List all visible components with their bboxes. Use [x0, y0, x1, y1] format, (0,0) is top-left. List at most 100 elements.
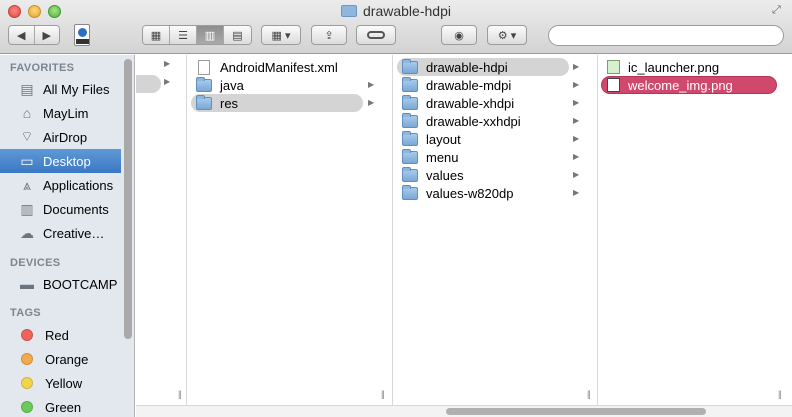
- column-1: ▶ ▶ ||: [136, 55, 187, 405]
- list-item[interactable]: java: [196, 76, 366, 94]
- share-button[interactable]: ⇪: [311, 25, 347, 45]
- sidebar-item-tag-red[interactable]: Red: [0, 323, 121, 347]
- share-icon: ⇪: [324, 29, 334, 42]
- folder-label: drawable-mdpi: [426, 77, 512, 93]
- sidebar-scrollbar[interactable]: [124, 59, 132, 339]
- disclosure-arrow-icon: ▶: [164, 59, 171, 68]
- window-title-text: drawable-hdpi: [363, 3, 451, 19]
- png-image-icon: [607, 60, 620, 74]
- sidebar-item-label: AirDrop: [43, 129, 88, 145]
- home-icon: ⌂: [22, 105, 32, 121]
- sidebar-item-tag-orange[interactable]: Orange: [0, 347, 121, 371]
- disclosure-arrow-icon: ▶: [573, 134, 580, 143]
- list-item[interactable]: layout: [402, 130, 572, 148]
- edit-tags-button[interactable]: [356, 25, 396, 45]
- creative-cloud-icon: ☁: [20, 224, 34, 241]
- sidebar-item-label: BOOTCAMP: [43, 276, 118, 292]
- chevron-down-icon: ▾: [510, 29, 517, 42]
- list-item[interactable]: values: [402, 166, 572, 184]
- sidebar-item-bootcamp[interactable]: ▬ BOOTCAMP: [0, 272, 121, 296]
- sidebar-item-label: Red: [45, 327, 69, 343]
- column-resize-handle[interactable]: ||: [587, 389, 591, 399]
- file-label: welcome_img.png: [628, 77, 733, 93]
- png-image-icon: [607, 78, 620, 92]
- column-resize-handle[interactable]: ||: [778, 389, 782, 399]
- disclosure-arrow-icon: ▶: [573, 170, 580, 179]
- xml-file-icon: [198, 59, 210, 75]
- folder-icon: [402, 184, 418, 200]
- folder-icon: [402, 166, 418, 182]
- forward-button[interactable]: ▶: [34, 26, 59, 44]
- gear-icon: ⚙: [497, 29, 508, 42]
- disclosure-arrow-icon: ▶: [573, 98, 580, 107]
- cover-flow-view-button[interactable]: ▤: [224, 26, 251, 44]
- sidebar-item-label: MayLim: [43, 105, 89, 121]
- list-item[interactable]: res: [191, 94, 363, 112]
- folder-icon: [196, 94, 212, 110]
- list-item[interactable]: menu: [402, 148, 572, 166]
- column-view-button[interactable]: ▥: [197, 26, 224, 44]
- sidebar-item-label: Creative…: [43, 225, 105, 241]
- folder-icon: [402, 148, 418, 164]
- list-item[interactable]: AndroidManifest.xml: [196, 58, 366, 76]
- list-item[interactable]: drawable-xxhdpi: [402, 112, 572, 130]
- list-icon: ☰: [178, 29, 188, 42]
- sidebar-item-label: Documents: [43, 201, 109, 217]
- sidebar-item-airdrop[interactable]: ⌔ AirDrop: [0, 125, 121, 149]
- horizontal-scrollbar-thumb[interactable]: [446, 408, 706, 415]
- fullscreen-icon[interactable]: ⤢: [772, 4, 784, 16]
- icon-view-button[interactable]: ▦: [143, 26, 170, 44]
- desktop-icon: ▭: [20, 152, 34, 169]
- list-item[interactable]: values-w820dp: [402, 184, 572, 202]
- selected-parent-row[interactable]: [136, 75, 161, 93]
- folder-label: layout: [426, 131, 461, 147]
- devices-header: DEVICES: [10, 257, 61, 269]
- sidebar-item-label: All My Files: [43, 81, 110, 97]
- list-item[interactable]: drawable-mdpi: [402, 76, 572, 94]
- arrange-icon: ▦: [271, 29, 282, 42]
- sidebar-item-documents[interactable]: ▥ Documents: [0, 197, 121, 221]
- chevron-left-icon: ◀: [17, 29, 26, 42]
- action-menu-button[interactable]: ⚙ ▾: [487, 25, 527, 45]
- folder-icon: [402, 94, 418, 110]
- green-tag-icon: [21, 401, 33, 413]
- disclosure-arrow-icon: ▶: [368, 98, 375, 107]
- folder-icon: [402, 112, 418, 128]
- list-item[interactable]: welcome_img.png: [601, 76, 777, 94]
- folder-icon: [402, 58, 418, 74]
- sidebar-item-applications[interactable]: ⩓ Applications: [0, 173, 121, 197]
- sidebar-item-tag-yellow[interactable]: Yellow: [0, 371, 121, 395]
- disclosure-arrow-icon: ▶: [573, 116, 580, 125]
- chevron-down-icon: ▾: [284, 29, 291, 42]
- column-4: ic_launcher.png welcome_img.png ||: [599, 55, 792, 405]
- applications-icon: ⩓: [23, 176, 31, 193]
- mp3-file-icon[interactable]: [74, 24, 90, 46]
- folder-icon: [341, 5, 358, 17]
- list-view-button[interactable]: ☰: [170, 26, 197, 44]
- folder-label: drawable-xxhdpi: [426, 113, 521, 129]
- list-item[interactable]: drawable-hdpi: [397, 58, 569, 76]
- sidebar-item-all-my-files[interactable]: ▤ All My Files: [0, 77, 121, 101]
- disclosure-arrow-icon: ▶: [573, 152, 580, 161]
- window-title: drawable-hdpi: [0, 3, 792, 19]
- column-resize-handle[interactable]: ||: [178, 389, 182, 399]
- sidebar-item-maylim[interactable]: ⌂ MayLim: [0, 101, 121, 125]
- red-tag-icon: [21, 329, 33, 341]
- list-item[interactable]: drawable-xhdpi: [402, 94, 572, 112]
- documents-icon: ▥: [20, 200, 34, 217]
- tag-icon: [367, 31, 385, 39]
- folder-label: drawable-hdpi: [426, 59, 508, 75]
- search-input[interactable]: [548, 25, 784, 46]
- column-resize-handle[interactable]: ||: [381, 389, 385, 399]
- back-button[interactable]: ◀: [9, 26, 35, 44]
- cover-flow-icon: ▤: [232, 29, 243, 42]
- sidebar-item-tag-green[interactable]: Green: [0, 395, 121, 417]
- sidebar-item-creative[interactable]: ☁ Creative…: [0, 221, 121, 245]
- disclosure-arrow-icon: ▶: [573, 188, 580, 197]
- list-item[interactable]: ic_launcher.png: [607, 58, 777, 76]
- arrange-menu-button[interactable]: ▦ ▾: [261, 25, 301, 45]
- quick-look-button[interactable]: ◉: [441, 25, 477, 45]
- grid-icon: ▦: [150, 29, 162, 42]
- sidebar-item-desktop[interactable]: ▭ Desktop: [0, 149, 121, 173]
- folder-label: drawable-xhdpi: [426, 95, 515, 111]
